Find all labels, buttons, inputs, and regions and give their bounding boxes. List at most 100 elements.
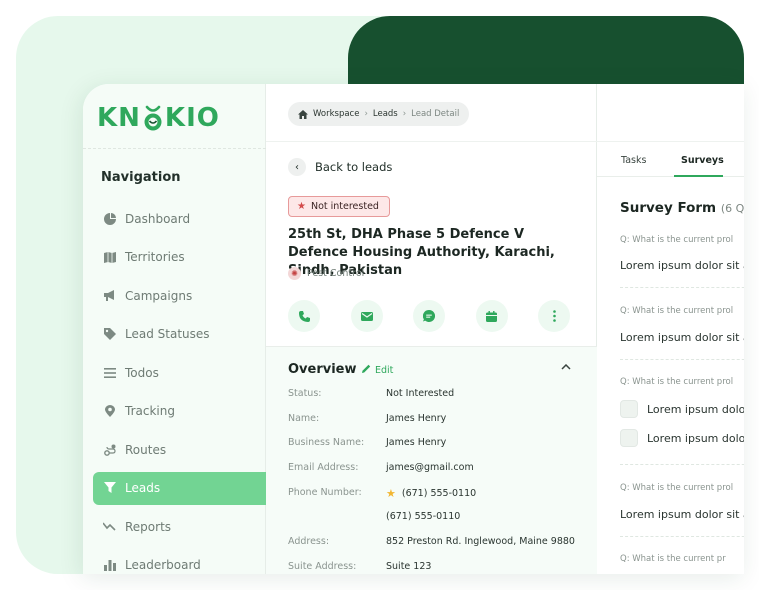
field-address: Address: 852 Preston Rd. Inglewood, Main…	[288, 536, 575, 548]
pencil-icon	[362, 364, 371, 376]
sidebar-item-label: Leaderboard	[125, 558, 201, 572]
sidebar-item-todos[interactable]: Todos	[93, 356, 266, 389]
sidebar-nav: Dashboard Territories Campaigns Lead Sta…	[93, 202, 266, 574]
survey-answer: Lorem ipsum dolor sit a	[620, 259, 744, 272]
list-icon	[103, 366, 116, 379]
top-bar: Workspace › Leads › Lead Detail	[266, 84, 744, 142]
field-suite-address: Suite Address: Suite 123	[288, 560, 432, 572]
pie-chart-icon	[103, 212, 116, 225]
bar-chart-icon	[103, 559, 116, 572]
survey-panel: Tasks Surveys Survey Form (6 Qu Q: What …	[597, 142, 744, 574]
lead-category: ✺ Pest Control	[288, 267, 364, 280]
sidebar-item-label: Routes	[125, 442, 167, 457]
sidebar-item-tracking[interactable]: Tracking	[93, 395, 266, 428]
field-name: Name: James Henry	[288, 412, 447, 424]
sidebar-item-campaigns[interactable]: Campaigns	[93, 279, 266, 312]
overview-fields: Status: Not Interested Name: James Henry…	[288, 388, 588, 574]
app-window: KN KIO Navigation Dashboard Territories …	[83, 84, 744, 574]
megaphone-icon	[103, 289, 116, 302]
route-icon	[103, 443, 116, 456]
chevron-left-icon: ‹	[288, 158, 306, 176]
sidebar-item-label: Tracking	[125, 404, 175, 418]
edit-button[interactable]: Edit	[362, 364, 393, 376]
panel-tabs: Tasks Surveys	[597, 142, 744, 177]
field-email: Email Address: james@gmail.com	[288, 462, 474, 474]
more-options-button[interactable]	[538, 300, 570, 332]
nav-title: Navigation	[101, 170, 181, 185]
active-tab-indicator	[674, 175, 723, 177]
survey-question: Q: What is the current prol	[620, 483, 734, 493]
divider	[620, 464, 744, 465]
email-button[interactable]	[350, 300, 383, 332]
survey-answer: Lorem ipsum dolor sit a	[620, 331, 744, 344]
breadcrumb: Workspace › Leads › Lead Detail	[288, 102, 470, 126]
breadcrumb-workspace[interactable]: Workspace	[313, 109, 359, 119]
bug-icon: ✺	[288, 267, 301, 280]
field-phone-secondary: (671) 555-0110	[386, 511, 461, 523]
trend-icon	[103, 520, 116, 533]
field-business-name: Business Name: James Henry	[288, 437, 447, 449]
sidebar-item-label: Territories	[125, 250, 185, 264]
lead-detail-panel: Workspace › Leads › Lead Detail ‹ Back t…	[266, 84, 744, 574]
sidebar-item-label: Reports	[125, 519, 172, 534]
sidebar-item-label: Campaigns	[125, 288, 193, 303]
sidebar-item-leads[interactable]: Leads	[93, 471, 266, 505]
survey-checkbox-option[interactable]: Lorem ipsum dolo	[620, 400, 744, 418]
phone-icon	[298, 310, 310, 322]
logo: KN KIO	[97, 103, 220, 133]
home-icon	[298, 109, 308, 119]
back-label: Back to leads	[315, 160, 393, 174]
survey-count: (6 Qu	[720, 202, 744, 215]
chevron-up-icon[interactable]	[561, 360, 571, 373]
logo-mark-icon	[142, 105, 164, 131]
logo-divider	[83, 148, 266, 149]
tag-icon	[103, 328, 116, 341]
thumbs-down-icon: ★	[297, 201, 306, 212]
chevron-right-icon: ›	[402, 109, 407, 119]
divider	[620, 536, 744, 537]
divider	[620, 287, 744, 288]
sidebar-item-label: Todos	[125, 365, 159, 380]
field-phone: Phone Number: ★ (671) 555-0110	[288, 486, 477, 500]
sidebar-item-lead-statuses[interactable]: Lead Statuses	[93, 318, 266, 351]
overview-section: Overview Edit Status: Not Interested Nam…	[266, 347, 597, 574]
field-status: Status: Not Interested	[288, 388, 455, 399]
location-pin-icon	[103, 405, 116, 418]
survey-question: Q: What is the current prol	[620, 235, 734, 245]
sidebar-item-territories[interactable]: Territories	[93, 241, 266, 274]
survey-question: Q: What is the current prol	[620, 377, 734, 387]
sidebar-item-routes[interactable]: Routes	[93, 433, 266, 466]
star-icon: ★	[386, 486, 396, 500]
survey-answer: Lorem ipsum dolor sit a	[620, 508, 744, 521]
sidebar-item-label: Leads	[125, 481, 161, 495]
status-badge: ★ Not interested	[288, 196, 390, 217]
schedule-button[interactable]	[475, 300, 508, 332]
divider	[620, 359, 744, 360]
more-vertical-icon	[552, 310, 556, 322]
tab-tasks[interactable]: Tasks	[621, 155, 646, 166]
calendar-icon	[486, 310, 497, 322]
filter-icon	[103, 482, 116, 495]
breadcrumb-leads[interactable]: Leads	[373, 109, 398, 119]
survey-title: Survey Form (6 Qu	[620, 200, 744, 216]
checkbox[interactable]	[620, 400, 638, 418]
sidebar-item-reports[interactable]: Reports	[93, 510, 266, 543]
sidebar-item-label: Dashboard	[125, 211, 191, 226]
checkbox[interactable]	[620, 429, 638, 447]
chevron-right-icon: ›	[364, 109, 368, 119]
tab-surveys[interactable]: Surveys	[681, 155, 724, 166]
map-icon	[103, 251, 116, 264]
message-button[interactable]	[413, 300, 445, 332]
sidebar-item-label: Lead Statuses	[125, 327, 210, 341]
back-to-leads-link[interactable]: ‹ Back to leads	[288, 158, 392, 176]
quick-actions	[288, 300, 570, 332]
overview-title: Overview	[288, 362, 357, 377]
survey-checkbox-option[interactable]: Lorem ipsum dolo	[620, 429, 744, 447]
survey-question: Q: What is the current prol	[620, 306, 734, 316]
mail-icon	[360, 311, 373, 321]
sidebar-item-dashboard[interactable]: Dashboard	[93, 202, 266, 235]
call-button[interactable]	[288, 300, 320, 332]
survey-question: Q: What is the current pr	[620, 554, 726, 564]
sidebar-item-leaderboard[interactable]: Leaderboard	[93, 549, 266, 575]
chat-icon	[423, 310, 435, 322]
